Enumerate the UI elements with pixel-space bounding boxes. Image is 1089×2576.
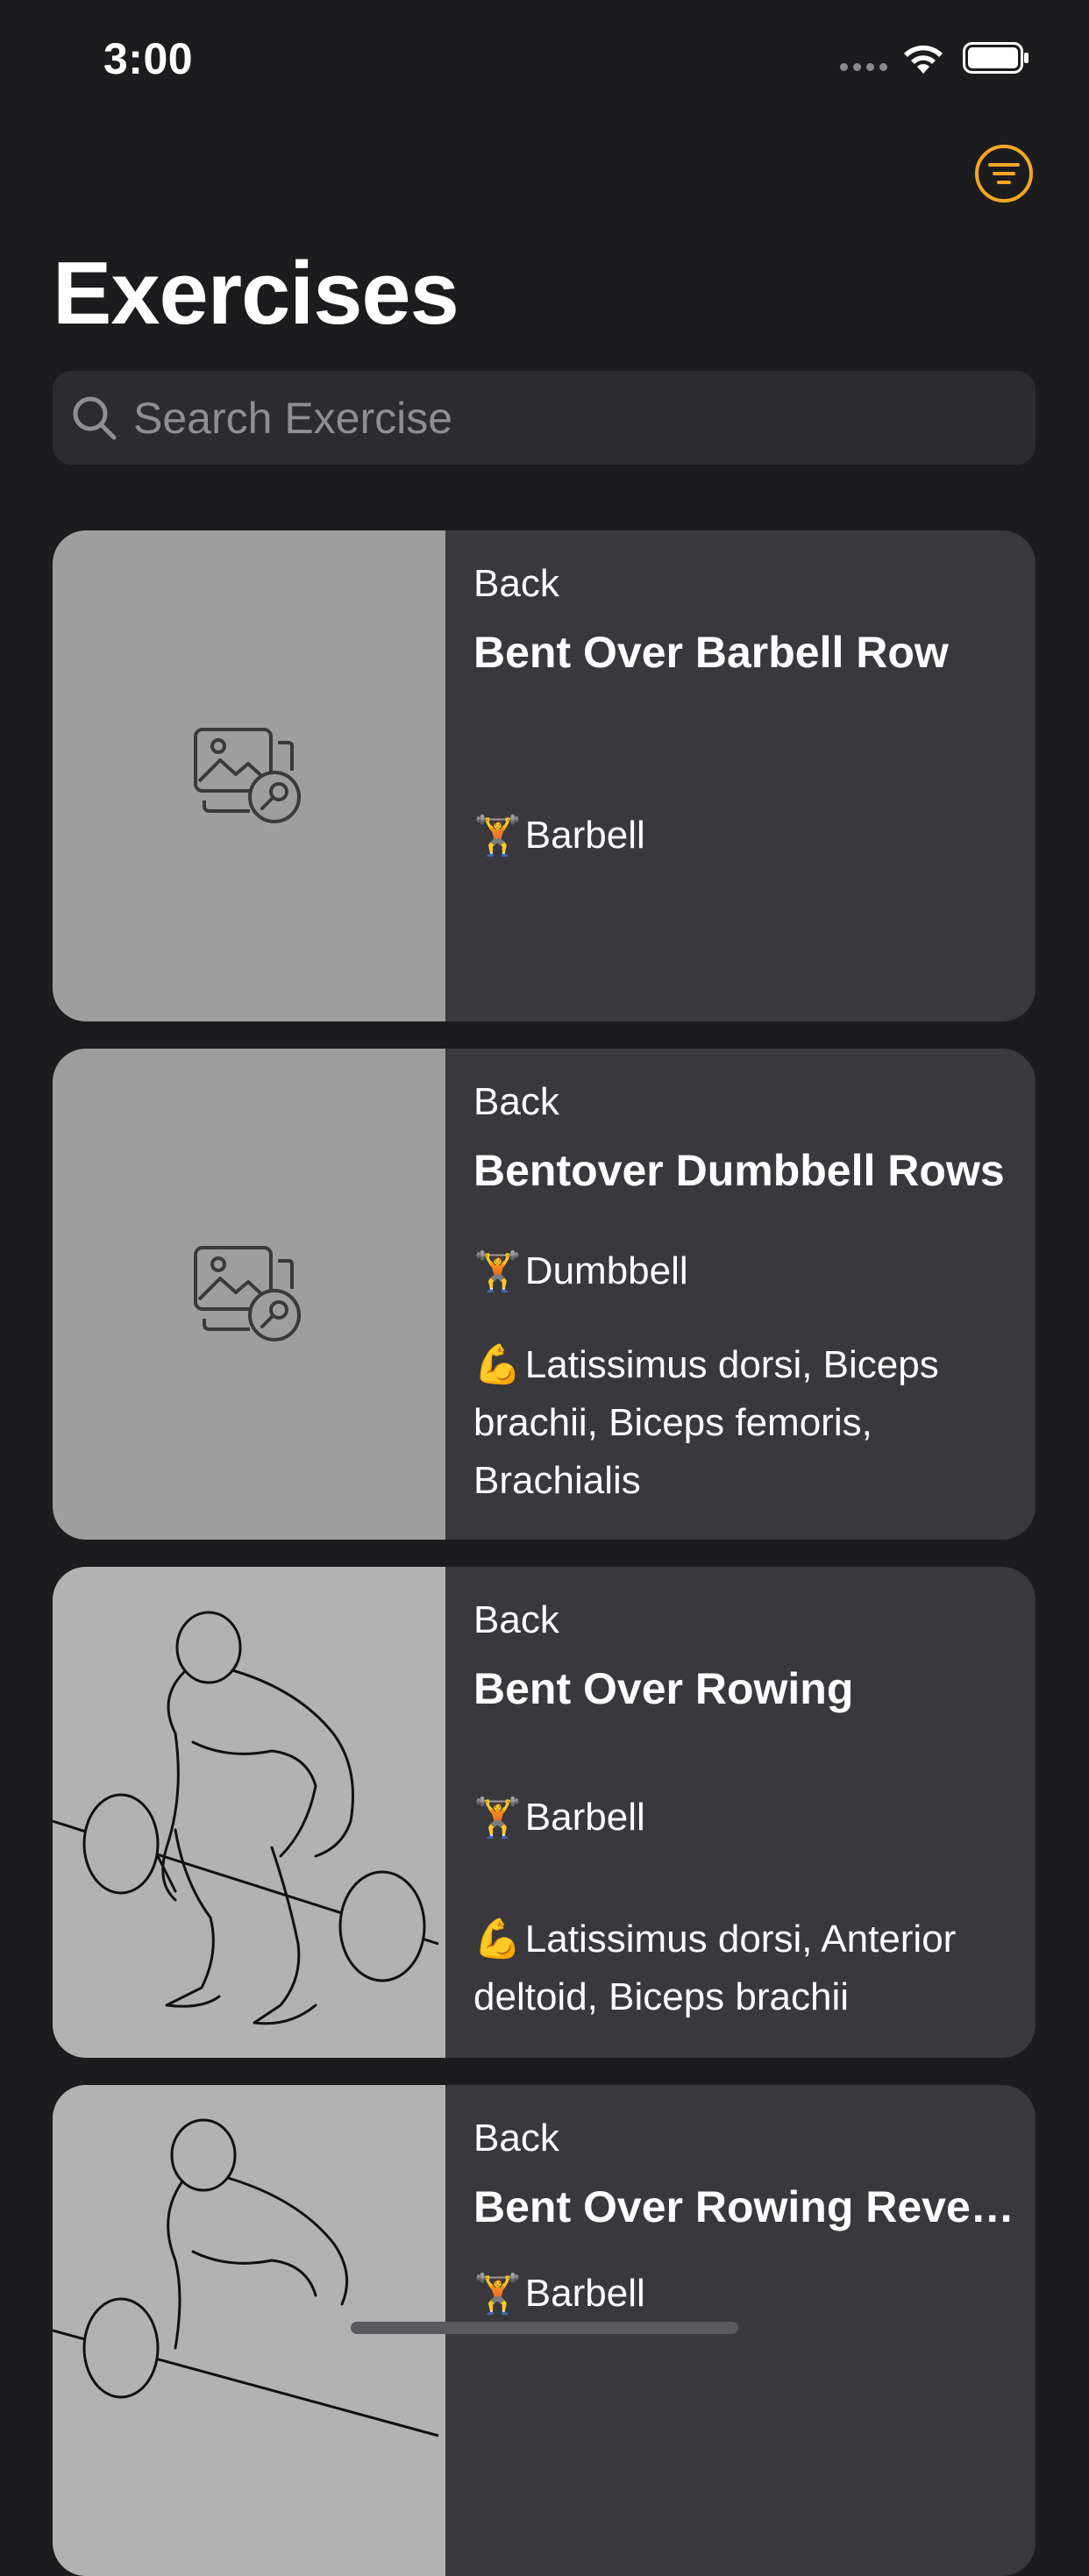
filter-icon[interactable] bbox=[974, 144, 1034, 203]
exercise-card[interactable]: Back Bent Over Barbell Row 🏋 Barbell bbox=[53, 530, 1036, 1021]
battery-icon bbox=[963, 42, 1028, 74]
image-placeholder-icon bbox=[194, 728, 301, 823]
weightlifter-icon: 🏋 bbox=[473, 814, 522, 858]
weightlifter-icon: 🏋 bbox=[473, 1796, 522, 1840]
status-time: 3:00 bbox=[103, 34, 194, 83]
weightlifter-icon: 🏋 bbox=[473, 2272, 522, 2316]
exercise-card[interactable]: Back Bent Over Rowing 🏋 Barbell 💪Latissi… bbox=[53, 1567, 1036, 2058]
muscles-label: Latissimus dorsi, Anterior deltoid, Bice… bbox=[473, 1918, 957, 2018]
exercise-card[interactable]: Back Bentover Dumbbell Rows 🏋 Dumbbell 💪… bbox=[53, 1049, 1036, 1540]
status-bar: 3:00 bbox=[0, 0, 1089, 118]
search-input[interactable] bbox=[132, 391, 1012, 445]
exercise-thumbnail bbox=[53, 1567, 445, 2058]
exercise-equipment: 🏋 Barbell bbox=[473, 1795, 645, 1840]
weightlifter-icon: 🏋 bbox=[473, 1249, 522, 1294]
exercise-muscles: 💪Latissimus dorsi, Biceps brachii, Bicep… bbox=[473, 1336, 1000, 1510]
exercise-category: Back bbox=[473, 1080, 559, 1123]
exercise-name: Bentover Dumbbell Rows bbox=[473, 1146, 1005, 1195]
exercise-equipment: 🏋 Barbell bbox=[473, 813, 645, 858]
exercise-info: Back Bentover Dumbbell Rows 🏋 Dumbbell 💪… bbox=[445, 1049, 1036, 1540]
exercise-muscles: 💪Latissimus dorsi, Anterior deltoid, Bic… bbox=[473, 1911, 1000, 2026]
search-icon bbox=[73, 396, 117, 439]
exercise-category: Back bbox=[473, 2117, 559, 2160]
exercise-thumbnail bbox=[53, 530, 445, 1021]
exercise-equipment: 🏋 Barbell bbox=[473, 2271, 645, 2316]
flexed-biceps-icon: 💪 bbox=[473, 1917, 522, 1961]
image-placeholder-icon bbox=[194, 1246, 301, 1341]
exercise-thumbnail bbox=[53, 1049, 445, 1540]
equipment-label: Barbell bbox=[524, 814, 645, 857]
page-title: Exercises bbox=[53, 245, 459, 343]
wifi-icon bbox=[904, 45, 943, 74]
bent-over-row-illustration bbox=[53, 1611, 439, 2025]
exercise-equipment: 🏋 Dumbbell bbox=[473, 1249, 688, 1294]
exercise-category: Back bbox=[473, 1598, 559, 1641]
equipment-label: Barbell bbox=[524, 2272, 645, 2315]
search-bar[interactable] bbox=[53, 371, 1036, 465]
flexed-biceps-icon: 💪 bbox=[473, 1342, 522, 1387]
equipment-label: Dumbbell bbox=[524, 1249, 688, 1292]
cellular-signal-icon bbox=[840, 63, 887, 71]
exercise-name: Bent Over Rowing Rever... bbox=[473, 2182, 1017, 2231]
exercise-name: Bent Over Barbell Row bbox=[473, 628, 949, 677]
exercise-category: Back bbox=[473, 562, 559, 605]
muscles-label: Latissimus dorsi, Biceps brachii, Biceps… bbox=[473, 1343, 939, 1502]
equipment-label: Barbell bbox=[524, 1796, 645, 1839]
exercise-name: Bent Over Rowing bbox=[473, 1664, 854, 1713]
exercise-info: Back Bent Over Barbell Row 🏋 Barbell bbox=[445, 530, 1036, 1021]
home-indicator[interactable] bbox=[351, 2322, 738, 2334]
exercise-info: Back Bent Over Rowing 🏋 Barbell 💪Latissi… bbox=[445, 1567, 1036, 2058]
